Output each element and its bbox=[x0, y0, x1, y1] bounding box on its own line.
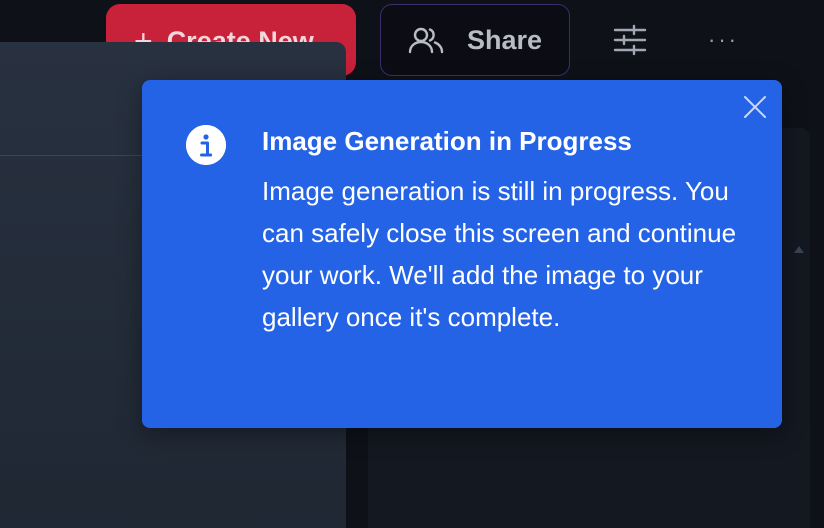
close-icon[interactable] bbox=[742, 94, 768, 120]
sliders-icon[interactable] bbox=[612, 24, 648, 56]
share-label: Share bbox=[467, 24, 543, 55]
users-icon bbox=[408, 27, 444, 54]
app-window: + Create New Share ··· Image Generation … bbox=[0, 0, 824, 528]
toast-title: Image Generation in Progress bbox=[262, 126, 632, 156]
more-horizontal-icon[interactable]: ··· bbox=[708, 26, 744, 54]
scroll-up-arrow-icon[interactable] bbox=[794, 246, 804, 253]
share-button[interactable]: Share bbox=[380, 4, 570, 76]
toast-message: Image generation is still in progress. Y… bbox=[262, 176, 737, 332]
info-icon bbox=[186, 125, 226, 165]
info-toast: Image Generation in Progress Image gener… bbox=[142, 80, 782, 428]
